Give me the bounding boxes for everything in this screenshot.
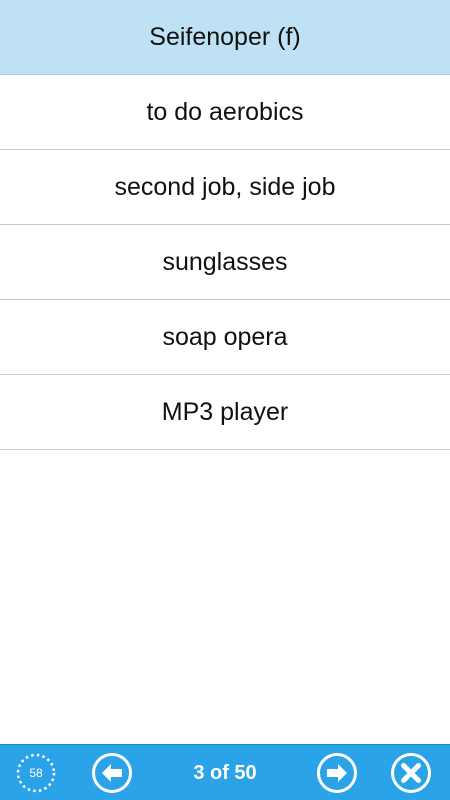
timer-button[interactable]: 58: [15, 752, 57, 794]
answer-option-3[interactable]: sunglasses: [0, 225, 450, 300]
question-text: Seifenoper (f): [149, 22, 301, 51]
answer-option-5[interactable]: MP3 player: [0, 375, 450, 450]
answer-label: second job, side job: [114, 172, 336, 201]
answer-label: soap opera: [162, 322, 288, 351]
answer-option-4[interactable]: soap opera: [0, 300, 450, 375]
bottom-toolbar: 58 3 of 50: [0, 744, 450, 800]
answer-option-1[interactable]: to do aerobics: [0, 75, 450, 150]
timer-value: 58: [29, 766, 43, 780]
close-icon: [391, 753, 431, 793]
question-header: Seifenoper (f): [0, 0, 450, 75]
arrow-right-icon: [317, 753, 357, 793]
arrow-left-icon: [92, 753, 132, 793]
answer-list: to do aerobics second job, side job sung…: [0, 75, 450, 450]
quiz-screen: Seifenoper (f) to do aerobics second job…: [0, 0, 450, 800]
close-button[interactable]: [390, 752, 432, 794]
next-button[interactable]: [316, 752, 358, 794]
previous-button[interactable]: [91, 752, 133, 794]
answer-label: to do aerobics: [146, 97, 304, 126]
answer-label: MP3 player: [161, 397, 289, 426]
answer-label: sunglasses: [162, 247, 288, 276]
page-indicator: 3 of 50: [193, 761, 257, 784]
answer-option-2[interactable]: second job, side job: [0, 150, 450, 225]
